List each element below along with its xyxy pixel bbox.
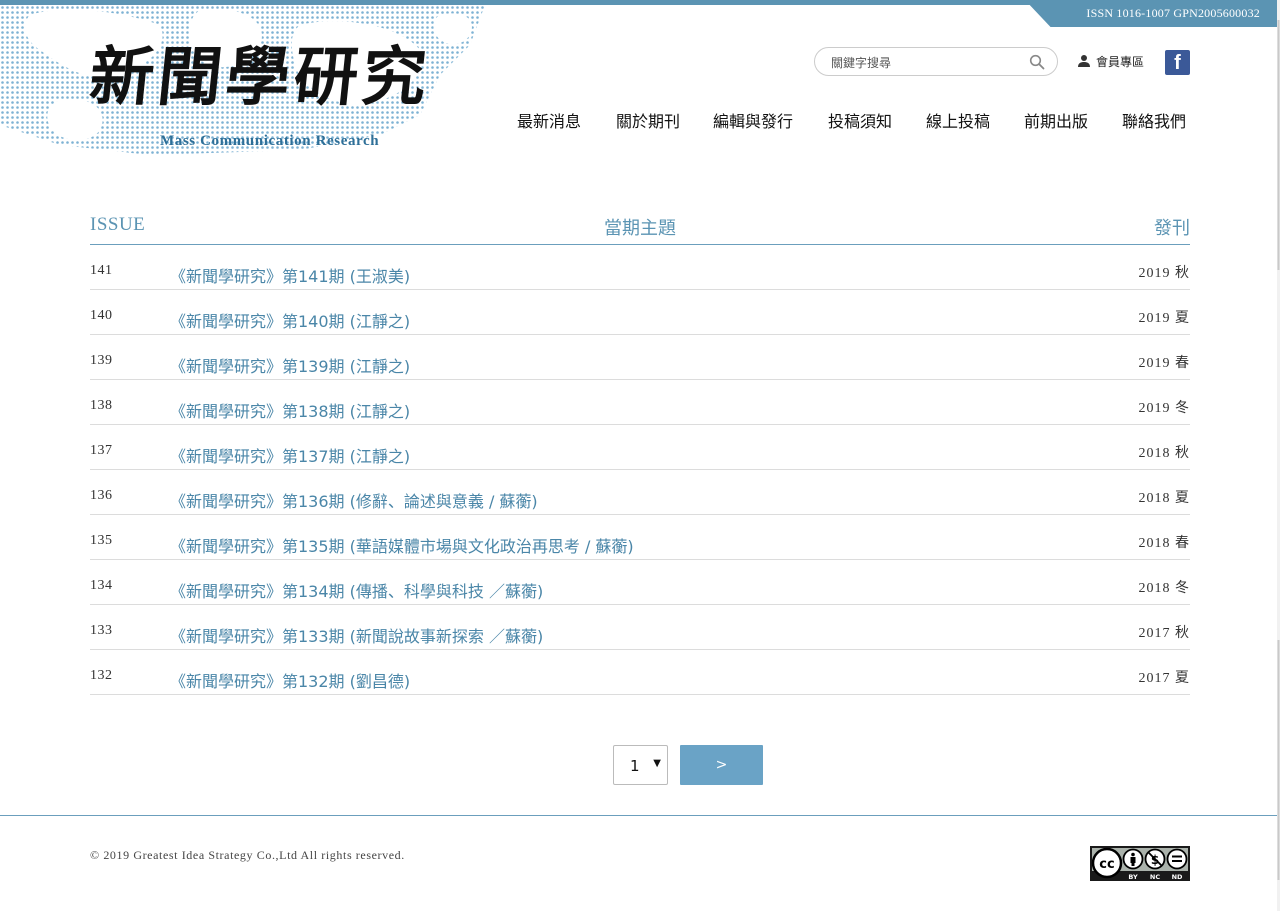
dropdown-arrow-icon: ▼ bbox=[653, 758, 661, 769]
issue-date: 2017 夏 bbox=[1138, 671, 1190, 686]
logo-title[interactable]: 新聞學研究 bbox=[86, 40, 434, 115]
cc-license-badge[interactable]: cc $ BY NC ND bbox=[1090, 846, 1190, 881]
search-icon[interactable] bbox=[1029, 54, 1045, 70]
nav-item-submission-guide[interactable]: 投稿須知 bbox=[828, 108, 892, 132]
issues-table: ISSUE 當期主題 發刊 141 《新聞學研究》第141期 (王淑美) 201… bbox=[90, 212, 1190, 695]
by-label: BY bbox=[1128, 873, 1138, 881]
nd-label: ND bbox=[1172, 873, 1183, 881]
issue-date: 2018 夏 bbox=[1138, 491, 1190, 506]
footer-divider bbox=[0, 815, 1280, 816]
issn-text: ISSN 1016-1007 GPN2005600032 bbox=[1086, 6, 1260, 20]
table-row: 132 《新聞學研究》第132期 (劉昌德) 2017 夏 bbox=[90, 650, 1190, 695]
page-select-value: 1 bbox=[630, 757, 640, 775]
table-row: 139 《新聞學研究》第139期 (江靜之) 2019 春 bbox=[90, 335, 1190, 380]
next-page-button[interactable]: > bbox=[680, 745, 763, 785]
table-row: 136 《新聞學研究》第136期 (修辭、論述與意義 / 蘇蘅) 2018 夏 bbox=[90, 470, 1190, 515]
nc-icon: $ bbox=[1144, 848, 1166, 870]
issue-date: 2019 春 bbox=[1138, 356, 1190, 371]
issue-number: 134 bbox=[90, 578, 113, 593]
issue-date: 2017 秋 bbox=[1138, 626, 1190, 641]
issue-date: 2019 冬 bbox=[1138, 401, 1190, 416]
issue-date: 2018 春 bbox=[1138, 536, 1190, 551]
issue-date: 2018 秋 bbox=[1138, 446, 1190, 461]
nav-item-past-issues[interactable]: 前期出版 bbox=[1024, 108, 1088, 132]
member-area-label: 會員專區 bbox=[1096, 54, 1145, 69]
issue-title-link[interactable]: 《新聞學研究》第135期 (華語媒體市場與文化政治再思考 / 蘇蘅) bbox=[170, 533, 634, 557]
page-select[interactable]: 1 ▼ bbox=[613, 745, 668, 785]
copyright-text: © 2019 Greatest Idea Strategy Co.,Ltd Al… bbox=[90, 848, 405, 862]
table-row: 140 《新聞學研究》第140期 (江靜之) 2019 夏 bbox=[90, 290, 1190, 335]
issue-title-link[interactable]: 《新聞學研究》第136期 (修辭、論述與意義 / 蘇蘅) bbox=[170, 488, 538, 512]
issue-title-link[interactable]: 《新聞學研究》第138期 (江靜之) bbox=[170, 398, 410, 422]
issue-title-link[interactable]: 《新聞學研究》第141期 (王淑美) bbox=[170, 263, 410, 287]
table-header: ISSUE 當期主題 發刊 bbox=[90, 212, 1190, 245]
issue-number: 137 bbox=[90, 443, 113, 458]
cc-logo-icon: cc bbox=[1091, 847, 1123, 879]
issue-title-link[interactable]: 《新聞學研究》第132期 (劉昌德) bbox=[170, 668, 410, 692]
nav-item-about[interactable]: 關於期刊 bbox=[616, 108, 680, 132]
table-row: 137 《新聞學研究》第137期 (江靜之) 2018 秋 bbox=[90, 425, 1190, 470]
issue-date: 2019 夏 bbox=[1138, 311, 1190, 326]
nav-item-online-submission[interactable]: 線上投稿 bbox=[926, 108, 990, 132]
issue-date: 2019 秋 bbox=[1138, 266, 1190, 281]
issue-title-link[interactable]: 《新聞學研究》第133期 (新聞說故事新探索 ／蘇蘅) bbox=[170, 623, 543, 647]
next-page-label: > bbox=[715, 757, 728, 773]
nav-item-editing[interactable]: 編輯與發行 bbox=[713, 108, 793, 132]
issue-number: 135 bbox=[90, 533, 113, 548]
header-published: 發刊 bbox=[1154, 218, 1190, 239]
nd-icon bbox=[1166, 848, 1188, 870]
table-row: 135 《新聞學研究》第135期 (華語媒體市場與文化政治再思考 / 蘇蘅) 2… bbox=[90, 515, 1190, 560]
table-row: 141 《新聞學研究》第141期 (王淑美) 2019 秋 bbox=[90, 245, 1190, 290]
issue-number: 140 bbox=[90, 308, 113, 323]
cc-text: cc bbox=[1099, 857, 1114, 872]
issue-number: 132 bbox=[90, 668, 113, 683]
issue-title-link[interactable]: 《新聞學研究》第134期 (傳播、科學與科技 ／蘇蘅) bbox=[170, 578, 543, 602]
user-icon bbox=[1078, 55, 1090, 67]
issue-title-link[interactable]: 《新聞學研究》第140期 (江靜之) bbox=[170, 308, 410, 332]
facebook-icon[interactable]: f bbox=[1165, 50, 1190, 75]
table-row: 134 《新聞學研究》第134期 (傳播、科學與科技 ／蘇蘅) 2018 冬 bbox=[90, 560, 1190, 605]
issue-title-link[interactable]: 《新聞學研究》第139期 (江靜之) bbox=[170, 353, 410, 377]
search-input[interactable] bbox=[829, 53, 1023, 73]
issue-number: 133 bbox=[90, 623, 113, 638]
logo-subtitle: Mass Communication Research bbox=[160, 133, 380, 149]
member-area-link[interactable]: 會員專區 bbox=[1077, 53, 1144, 69]
nav-item-contact[interactable]: 聯絡我們 bbox=[1122, 108, 1186, 132]
nav-item-news[interactable]: 最新消息 bbox=[517, 108, 581, 132]
issn-banner: ISSN 1016-1007 GPN2005600032 bbox=[1025, 0, 1280, 27]
issue-number: 141 bbox=[90, 263, 113, 278]
main-nav: 最新消息 關於期刊 編輯與發行 投稿須知 線上投稿 前期出版 聯絡我們 bbox=[0, 108, 1280, 132]
issue-number: 139 bbox=[90, 353, 113, 368]
table-row: 138 《新聞學研究》第138期 (江靜之) 2019 冬 bbox=[90, 380, 1190, 425]
search-box[interactable] bbox=[814, 47, 1058, 76]
facebook-glyph: f bbox=[1174, 52, 1181, 74]
table-row: 133 《新聞學研究》第133期 (新聞說故事新探索 ／蘇蘅) 2017 秋 bbox=[90, 605, 1190, 650]
header-theme: 當期主題 bbox=[604, 218, 676, 239]
issue-title-link[interactable]: 《新聞學研究》第137期 (江靜之) bbox=[170, 443, 410, 467]
issue-number: 138 bbox=[90, 398, 113, 413]
issue-date: 2018 冬 bbox=[1138, 581, 1190, 596]
nc-label: NC bbox=[1150, 873, 1160, 881]
by-icon bbox=[1122, 848, 1144, 870]
issue-number: 136 bbox=[90, 488, 113, 503]
